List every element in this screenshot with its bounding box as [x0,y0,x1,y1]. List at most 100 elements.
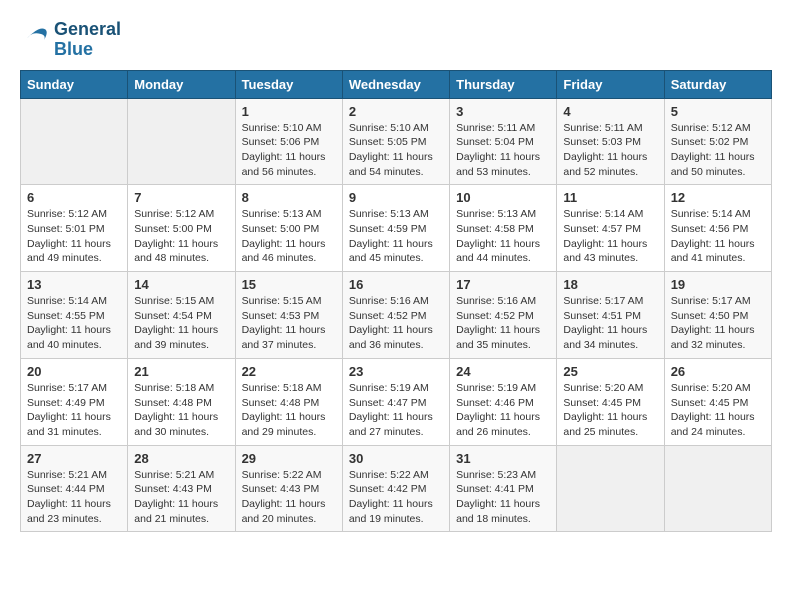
day-info: Sunrise: 5:17 AMSunset: 4:50 PMDaylight:… [671,294,765,353]
calendar-cell: 25 Sunrise: 5:20 AMSunset: 4:45 PMDayligh… [557,358,664,445]
calendar-cell: 8 Sunrise: 5:13 AMSunset: 5:00 PMDaylight… [235,185,342,272]
day-header-monday: Monday [128,70,235,98]
day-info: Sunrise: 5:14 AMSunset: 4:56 PMDaylight:… [671,207,765,266]
calendar-cell: 23 Sunrise: 5:19 AMSunset: 4:47 PMDayligh… [342,358,449,445]
day-number: 6 [27,190,121,205]
day-number: 31 [456,451,550,466]
day-header-saturday: Saturday [664,70,771,98]
day-info: Sunrise: 5:23 AMSunset: 4:41 PMDaylight:… [456,468,550,527]
day-header-thursday: Thursday [450,70,557,98]
day-number: 17 [456,277,550,292]
calendar-cell: 3 Sunrise: 5:11 AMSunset: 5:04 PMDaylight… [450,98,557,185]
day-number: 30 [349,451,443,466]
day-number: 28 [134,451,228,466]
day-header-wednesday: Wednesday [342,70,449,98]
day-number: 27 [27,451,121,466]
week-row-2: 6Sunrise: 5:12 AMSunset: 5:01 PMDaylight… [21,185,772,272]
calendar-cell: 13 Sunrise: 5:14 AMSunset: 4:55 PMDayligh… [21,272,128,359]
day-info: Sunrise: 5:10 AMSunset: 5:05 PMDaylight:… [349,121,443,180]
day-header-friday: Friday [557,70,664,98]
calendar-cell: 14 Sunrise: 5:15 AMSunset: 4:54 PMDayligh… [128,272,235,359]
day-number: 21 [134,364,228,379]
week-row-1: 1 Sunrise: 5:10 AMSunset: 5:06 PMDaylight… [21,98,772,185]
calendar-cell: 7 Sunrise: 5:12 AMSunset: 5:00 PMDaylight… [128,185,235,272]
day-number: 12 [671,190,765,205]
calendar-cell: 26 Sunrise: 5:20 AMSunset: 4:45 PMDayligh… [664,358,771,445]
day-number: 10 [456,190,550,205]
week-row-3: 13 Sunrise: 5:14 AMSunset: 4:55 PMDayligh… [21,272,772,359]
logo: General Blue [20,20,121,60]
day-info: Sunrise: 5:13 AMSunset: 4:58 PMDaylight:… [456,207,550,266]
calendar-cell [557,445,664,532]
calendar-cell: 28 Sunrise: 5:21 AMSunset: 4:43 PMDayligh… [128,445,235,532]
calendar-cell: 22 Sunrise: 5:18 AMSunset: 4:48 PMDayligh… [235,358,342,445]
calendar-cell: 10 Sunrise: 5:13 AMSunset: 4:58 PMDayligh… [450,185,557,272]
calendar-cell [128,98,235,185]
calendar-cell: 12 Sunrise: 5:14 AMSunset: 4:56 PMDayligh… [664,185,771,272]
calendar-cell: 2 Sunrise: 5:10 AMSunset: 5:05 PMDaylight… [342,98,449,185]
day-info: Sunrise: 5:14 AMSunset: 4:57 PMDaylight:… [563,207,657,266]
calendar-cell: 15 Sunrise: 5:15 AMSunset: 4:53 PMDayligh… [235,272,342,359]
logo-text: General Blue [54,20,121,60]
day-number: 13 [27,277,121,292]
week-row-4: 20Sunrise: 5:17 AMSunset: 4:49 PMDayligh… [21,358,772,445]
day-number: 22 [242,364,336,379]
day-info: Sunrise: 5:11 AMSunset: 5:04 PMDaylight:… [456,121,550,180]
calendar-cell: 20Sunrise: 5:17 AMSunset: 4:49 PMDayligh… [21,358,128,445]
week-row-5: 27 Sunrise: 5:21 AMSunset: 4:44 PMDayligh… [21,445,772,532]
day-info: Sunrise: 5:11 AMSunset: 5:03 PMDaylight:… [563,121,657,180]
day-number: 7 [134,190,228,205]
day-info: Sunrise: 5:15 AMSunset: 4:54 PMDaylight:… [134,294,228,353]
day-number: 2 [349,104,443,119]
calendar-cell: 1 Sunrise: 5:10 AMSunset: 5:06 PMDaylight… [235,98,342,185]
day-info: Sunrise: 5:22 AMSunset: 4:43 PMDaylight:… [242,468,336,527]
day-header-sunday: Sunday [21,70,128,98]
day-number: 23 [349,364,443,379]
day-number: 25 [563,364,657,379]
day-info: Sunrise: 5:16 AMSunset: 4:52 PMDaylight:… [349,294,443,353]
day-info: Sunrise: 5:21 AMSunset: 4:43 PMDaylight:… [134,468,228,527]
calendar-cell: 16Sunrise: 5:16 AMSunset: 4:52 PMDayligh… [342,272,449,359]
day-info: Sunrise: 5:18 AMSunset: 4:48 PMDaylight:… [242,381,336,440]
day-info: Sunrise: 5:17 AMSunset: 4:51 PMDaylight:… [563,294,657,353]
calendar-cell: 5 Sunrise: 5:12 AMSunset: 5:02 PMDaylight… [664,98,771,185]
calendar-cell: 31 Sunrise: 5:23 AMSunset: 4:41 PMDayligh… [450,445,557,532]
calendar-table: SundayMondayTuesdayWednesdayThursdayFrid… [20,70,772,533]
calendar-cell: 4 Sunrise: 5:11 AMSunset: 5:03 PMDaylight… [557,98,664,185]
calendar-cell [21,98,128,185]
day-number: 14 [134,277,228,292]
day-number: 26 [671,364,765,379]
day-number: 9 [349,190,443,205]
header-row: SundayMondayTuesdayWednesdayThursdayFrid… [21,70,772,98]
day-info: Sunrise: 5:14 AMSunset: 4:55 PMDaylight:… [27,294,121,353]
calendar-cell: 9 Sunrise: 5:13 AMSunset: 4:59 PMDaylight… [342,185,449,272]
day-number: 3 [456,104,550,119]
calendar-cell: 27 Sunrise: 5:21 AMSunset: 4:44 PMDayligh… [21,445,128,532]
day-info: Sunrise: 5:13 AMSunset: 5:00 PMDaylight:… [242,207,336,266]
day-header-tuesday: Tuesday [235,70,342,98]
day-info: Sunrise: 5:17 AMSunset: 4:49 PMDaylight:… [27,381,121,440]
calendar-cell [664,445,771,532]
day-number: 15 [242,277,336,292]
day-info: Sunrise: 5:20 AMSunset: 4:45 PMDaylight:… [563,381,657,440]
calendar-cell: 18Sunrise: 5:17 AMSunset: 4:51 PMDayligh… [557,272,664,359]
day-number: 4 [563,104,657,119]
calendar-cell: 29Sunrise: 5:22 AMSunset: 4:43 PMDayligh… [235,445,342,532]
day-info: Sunrise: 5:19 AMSunset: 4:47 PMDaylight:… [349,381,443,440]
day-info: Sunrise: 5:10 AMSunset: 5:06 PMDaylight:… [242,121,336,180]
day-info: Sunrise: 5:13 AMSunset: 4:59 PMDaylight:… [349,207,443,266]
day-number: 5 [671,104,765,119]
calendar-cell: 30Sunrise: 5:22 AMSunset: 4:42 PMDayligh… [342,445,449,532]
logo-icon [20,25,50,55]
day-info: Sunrise: 5:12 AMSunset: 5:00 PMDaylight:… [134,207,228,266]
calendar-cell: 19Sunrise: 5:17 AMSunset: 4:50 PMDayligh… [664,272,771,359]
day-number: 8 [242,190,336,205]
day-info: Sunrise: 5:18 AMSunset: 4:48 PMDaylight:… [134,381,228,440]
day-info: Sunrise: 5:16 AMSunset: 4:52 PMDaylight:… [456,294,550,353]
day-info: Sunrise: 5:12 AMSunset: 5:02 PMDaylight:… [671,121,765,180]
day-info: Sunrise: 5:15 AMSunset: 4:53 PMDaylight:… [242,294,336,353]
day-info: Sunrise: 5:21 AMSunset: 4:44 PMDaylight:… [27,468,121,527]
calendar-cell: 11Sunrise: 5:14 AMSunset: 4:57 PMDayligh… [557,185,664,272]
day-number: 1 [242,104,336,119]
day-info: Sunrise: 5:20 AMSunset: 4:45 PMDaylight:… [671,381,765,440]
